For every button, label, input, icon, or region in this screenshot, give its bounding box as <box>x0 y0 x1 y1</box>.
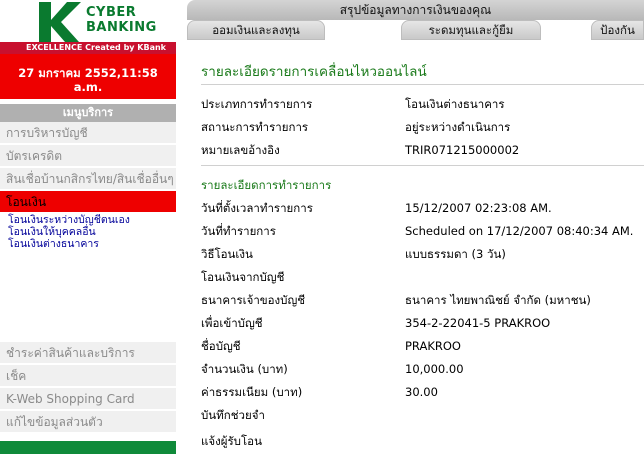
detail-value: PRAKROO <box>405 339 461 353</box>
logo-wordmark: CYBER BANKING <box>86 5 157 35</box>
detail-label: ชื่อบัญชี <box>201 339 241 353</box>
info-value: โอนเงินต่างธนาคาร <box>405 97 505 111</box>
section-divider <box>201 165 644 166</box>
kbank-logo[interactable]: CYBER BANKING EXCELLENCE Created by KBan… <box>0 0 176 54</box>
detail-row-notify-recipient: แจ้งผู้รับโอน <box>201 430 644 452</box>
detail-row-amount: จำนวนเงิน (บาท) 10,000.00 <box>201 358 644 380</box>
tab-savings-investment[interactable]: ออมเงินและลงทุน <box>187 20 325 40</box>
sidebar-item-home-loan[interactable]: สินเชื่อบ้านกสิกรไทย/สินเชื่ออื่นๆ <box>0 168 176 190</box>
detail-label: จำนวนเงิน (บาท) <box>201 362 288 376</box>
logo-line-banking: BANKING <box>86 20 157 35</box>
service-menu-heading: เมนูบริการ <box>0 104 176 122</box>
info-label: สถานะการทำรายการ <box>201 120 309 134</box>
k-letter-icon <box>39 2 81 42</box>
tab-protection[interactable]: ป้องกัน <box>591 20 644 40</box>
left-sidebar: CYBER BANKING EXCELLENCE Created by KBan… <box>0 0 176 454</box>
transfer-submenu: โอนเงินระหว่างบัญชีตนเอง โอนเงินให้บุคคล… <box>0 214 176 342</box>
tab-funding-loans[interactable]: ระดมทุนและกู้ยืม <box>401 20 541 40</box>
detail-row-fee: ค่าธรรมเนียม (บาท) 30.00 <box>201 381 644 403</box>
logo-tagline: EXCELLENCE Created by KBank <box>0 42 176 54</box>
info-value: TRIR071215000002 <box>405 143 520 157</box>
sidebar-item-kweb-shopping-card[interactable]: K-Web Shopping Card <box>0 388 176 410</box>
date-line-1: 27 มกราคม 2552,11:58 <box>18 66 158 80</box>
submenu-link-own-accounts[interactable]: โอนเงินระหว่างบัญชีตนเอง <box>0 214 176 226</box>
submenu-link-other-person[interactable]: โอนเงินให้บุคคลอื่น <box>0 226 176 238</box>
title-divider <box>201 84 644 85</box>
detail-row-transaction-date: วันที่ทำรายการ Scheduled on 17/12/2007 0… <box>201 220 644 242</box>
sidebar-item-cheque[interactable]: เช็ค <box>0 365 176 387</box>
info-value: อยู่ระหว่างดำเนินการ <box>405 120 511 134</box>
info-row-transaction-type: ประเภทการทำรายการ โอนเงินต่างธนาคาร <box>201 93 644 115</box>
detail-row-bank: ธนาคารเจ้าของบัญชี ธนาคาร ไทยพาณิชย์ จำก… <box>201 289 644 311</box>
detail-label: ค่าธรรมเนียม (บาท) <box>201 385 303 399</box>
detail-value: แบบธรรมดา (3 วัน) <box>405 247 506 261</box>
detail-value: ธนาคาร ไทยพาณิชย์ จำกัด (มหาชน) <box>405 293 591 307</box>
detail-row-scheduled-date: วันที่ตั้งเวลาทำรายการ 15/12/2007 02:23:… <box>201 197 644 219</box>
sidebar-item-edit-profile[interactable]: แก้ไขข้อมูลส่วนตัว <box>0 411 176 433</box>
detail-label: ธนาคารเจ้าของบัญชี <box>201 293 306 307</box>
logo-line-cyber: CYBER <box>86 5 137 20</box>
submenu-link-other-bank[interactable]: โอนเงินต่างธนาคาร <box>0 238 176 250</box>
detail-row-account-name: ชื่อบัญชี PRAKROO <box>201 335 644 357</box>
main-content: รายละเอียดรายการเคลื่อนไหวออนไลน์ ประเภท… <box>187 40 644 454</box>
detail-label: วันที่ตั้งเวลาทำรายการ <box>201 201 313 215</box>
sidebar-item-transfer[interactable]: โอนเงิน <box>0 191 176 213</box>
detail-row-from-account: โอนเงินจากบัญชี <box>201 266 644 288</box>
detail-value: 30.00 <box>405 385 438 399</box>
info-row-transaction-status: สถานะการทำรายการ อยู่ระหว่างดำเนินการ <box>201 116 644 138</box>
detail-value: 10,000.00 <box>405 362 464 376</box>
section-title-transaction-details: รายละเอียดการทำรายการ <box>201 178 332 192</box>
detail-label: วิธีโอนเงิน <box>201 247 253 261</box>
detail-label: โอนเงินจากบัญชี <box>201 270 285 284</box>
detail-value: 15/12/2007 02:23:08 AM. <box>405 201 552 215</box>
detail-label: เพื่อเข้าบัญชี <box>201 316 263 330</box>
sidebar-footer-bar <box>0 441 176 454</box>
detail-row-to-account: เพื่อเข้าบัญชี 354-2-22041-5 PRAKROO <box>201 312 644 334</box>
date-line-2: a.m. <box>73 80 103 94</box>
sidebar-item-bill-payment[interactable]: ชำระค่าสินค้าและบริการ <box>0 342 176 364</box>
financial-summary-tab[interactable]: สรุปข้อมูลทางการเงินของคุณ <box>187 0 644 20</box>
detail-value: 354-2-22041-5 PRAKROO <box>405 316 551 330</box>
sidebar-item-account-management[interactable]: การบริหารบัญชี <box>0 122 176 144</box>
detail-label: แจ้งผู้รับโอน <box>201 434 262 448</box>
top-navigation: สรุปข้อมูลทางการเงินของคุณ ออมเงินและลงท… <box>187 0 644 40</box>
sidebar-item-credit-card[interactable]: บัตรเครดิต <box>0 145 176 167</box>
detail-label: บันทึกช่วยจำ <box>201 408 265 422</box>
detail-label: วันที่ทำรายการ <box>201 224 276 238</box>
info-label: ประเภทการทำรายการ <box>201 97 313 111</box>
detail-value: Scheduled on 17/12/2007 08:40:34 AM. <box>405 224 634 238</box>
info-row-reference-number: หมายเลขอ้างอิง TRIR071215000002 <box>201 139 644 161</box>
detail-row-memo: บันทึกช่วยจำ <box>201 404 644 426</box>
current-date-display: 27 มกราคม 2552,11:58 a.m. <box>0 54 176 99</box>
info-label: หมายเลขอ้างอิง <box>201 143 280 157</box>
detail-row-transfer-method: วิธีโอนเงิน แบบธรรมดา (3 วัน) <box>201 243 644 265</box>
page-title: รายละเอียดรายการเคลื่อนไหวออนไลน์ <box>201 64 427 80</box>
